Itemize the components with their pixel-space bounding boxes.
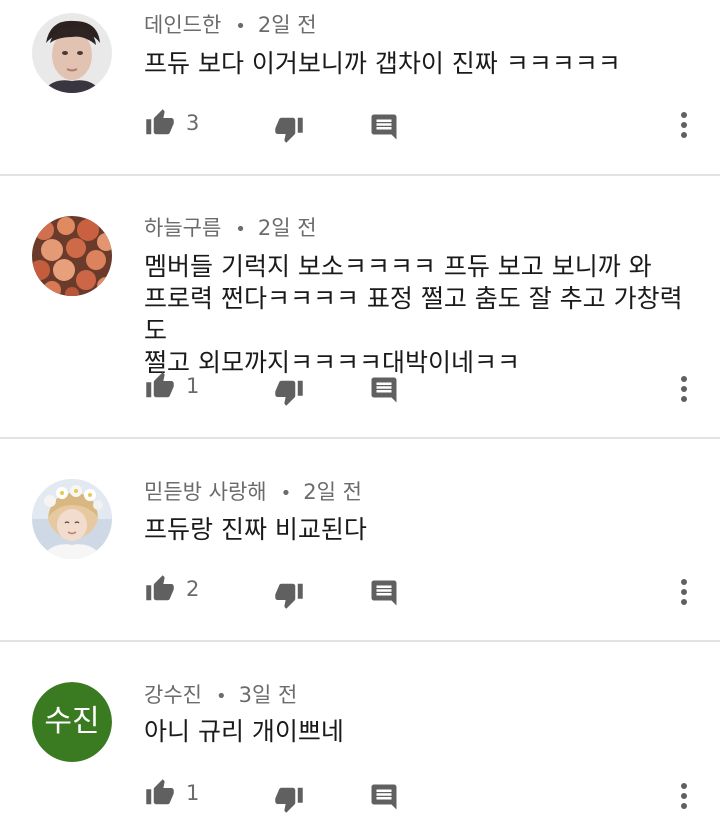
comment-time: 2일 전 — [257, 13, 317, 37]
avatar[interactable]: 수진 — [32, 682, 112, 762]
comment-meta: 강수진 • 3일 전 — [144, 680, 297, 710]
dot-separator: • — [235, 16, 246, 37]
thumbs-down-icon — [275, 380, 303, 406]
comment-meta: 데인드한 • 2일 전 — [144, 10, 317, 40]
comment-text: 멤버들 기럭지 보소ㅋㅋㅋㅋ 프듀 보고 보니까 와 프로력 쩐다ㅋㅋㅋㅋ 표정… — [144, 252, 683, 377]
like-button[interactable] — [143, 106, 177, 140]
comment-time: 3일 전 — [238, 683, 298, 707]
comment-time: 2일 전 — [257, 216, 317, 240]
reply-button[interactable] — [367, 110, 401, 144]
flowers-photo-icon — [32, 216, 112, 296]
more-vertical-icon — [681, 783, 687, 809]
more-options-button[interactable] — [667, 372, 701, 406]
thumbs-down-icon — [275, 787, 303, 813]
comment-author[interactable]: 데인드한 — [144, 13, 221, 37]
thumbs-down-icon — [275, 117, 303, 143]
thumbs-down-icon — [275, 583, 303, 609]
thumbs-up-icon — [146, 109, 174, 135]
avatar[interactable] — [32, 479, 112, 559]
avatar-initials: 수진 — [32, 682, 112, 762]
reply-button[interactable] — [367, 373, 401, 407]
like-count: 1 — [186, 781, 200, 805]
like-button[interactable] — [143, 776, 177, 810]
more-options-button[interactable] — [667, 108, 701, 142]
comment-text: 아니 규리 개이쁘네 — [144, 717, 344, 746]
reply-button[interactable] — [367, 576, 401, 610]
comment-item: 수진 강수진 • 3일 전 아니 규리 개이쁘네 1 — [0, 642, 720, 835]
comment-item: 하늘구름 • 2일 전 멤버들 기럭지 보소ㅋㅋㅋㅋ 프듀 보고 보니까 와 프로력… — [0, 176, 720, 437]
more-vertical-icon — [681, 112, 687, 138]
comment-meta: 믿듣방 사랑해 • 2일 전 — [144, 477, 362, 507]
comment-icon — [371, 784, 397, 810]
comment-icon — [371, 114, 397, 140]
thumbs-up-icon — [146, 779, 174, 805]
dot-separator: • — [280, 483, 292, 504]
comment-time: 2일 전 — [303, 480, 362, 504]
comment-item: 믿듣방 사랑해 • 2일 전 프듀랑 진짜 비교된다 2 — [0, 439, 720, 640]
like-count: 2 — [186, 577, 200, 601]
thumbs-up-icon — [146, 575, 174, 601]
comment-author[interactable]: 믿듣방 사랑해 — [144, 480, 267, 504]
dislike-button[interactable] — [272, 578, 306, 612]
more-vertical-icon — [681, 579, 687, 605]
person-flower-crown-photo-icon — [32, 479, 112, 559]
comment-icon — [371, 377, 397, 403]
avatar[interactable] — [32, 13, 112, 93]
dot-separator: • — [215, 686, 227, 707]
comment-author[interactable]: 강수진 — [144, 683, 202, 707]
thumbs-up-icon — [146, 372, 174, 398]
dot-separator: • — [235, 219, 246, 240]
like-button[interactable] — [143, 369, 177, 403]
more-options-button[interactable] — [667, 779, 701, 813]
like-count: 3 — [186, 111, 200, 135]
comment-text: 프듀랑 진짜 비교된다 — [144, 515, 367, 544]
comment-item: 데인드한 • 2일 전 프듀 보다 이거보니까 갭차이 진짜 ㅋㅋㅋㅋㅋ 3 — [0, 0, 720, 175]
more-options-button[interactable] — [667, 575, 701, 609]
like-button[interactable] — [143, 572, 177, 606]
avatar[interactable] — [32, 216, 112, 296]
reply-button[interactable] — [367, 780, 401, 814]
dislike-button[interactable] — [272, 112, 306, 146]
comment-icon — [371, 580, 397, 606]
like-count: 1 — [186, 374, 200, 398]
comment-meta: 하늘구름 • 2일 전 — [144, 213, 317, 243]
more-vertical-icon — [681, 376, 687, 402]
dislike-button[interactable] — [272, 375, 306, 409]
comment-text: 프듀 보다 이거보니까 갭차이 진짜 ㅋㅋㅋㅋㅋ — [144, 49, 621, 78]
person-photo-icon — [32, 13, 112, 93]
dislike-button[interactable] — [272, 782, 306, 816]
comment-author[interactable]: 하늘구름 — [144, 216, 221, 240]
